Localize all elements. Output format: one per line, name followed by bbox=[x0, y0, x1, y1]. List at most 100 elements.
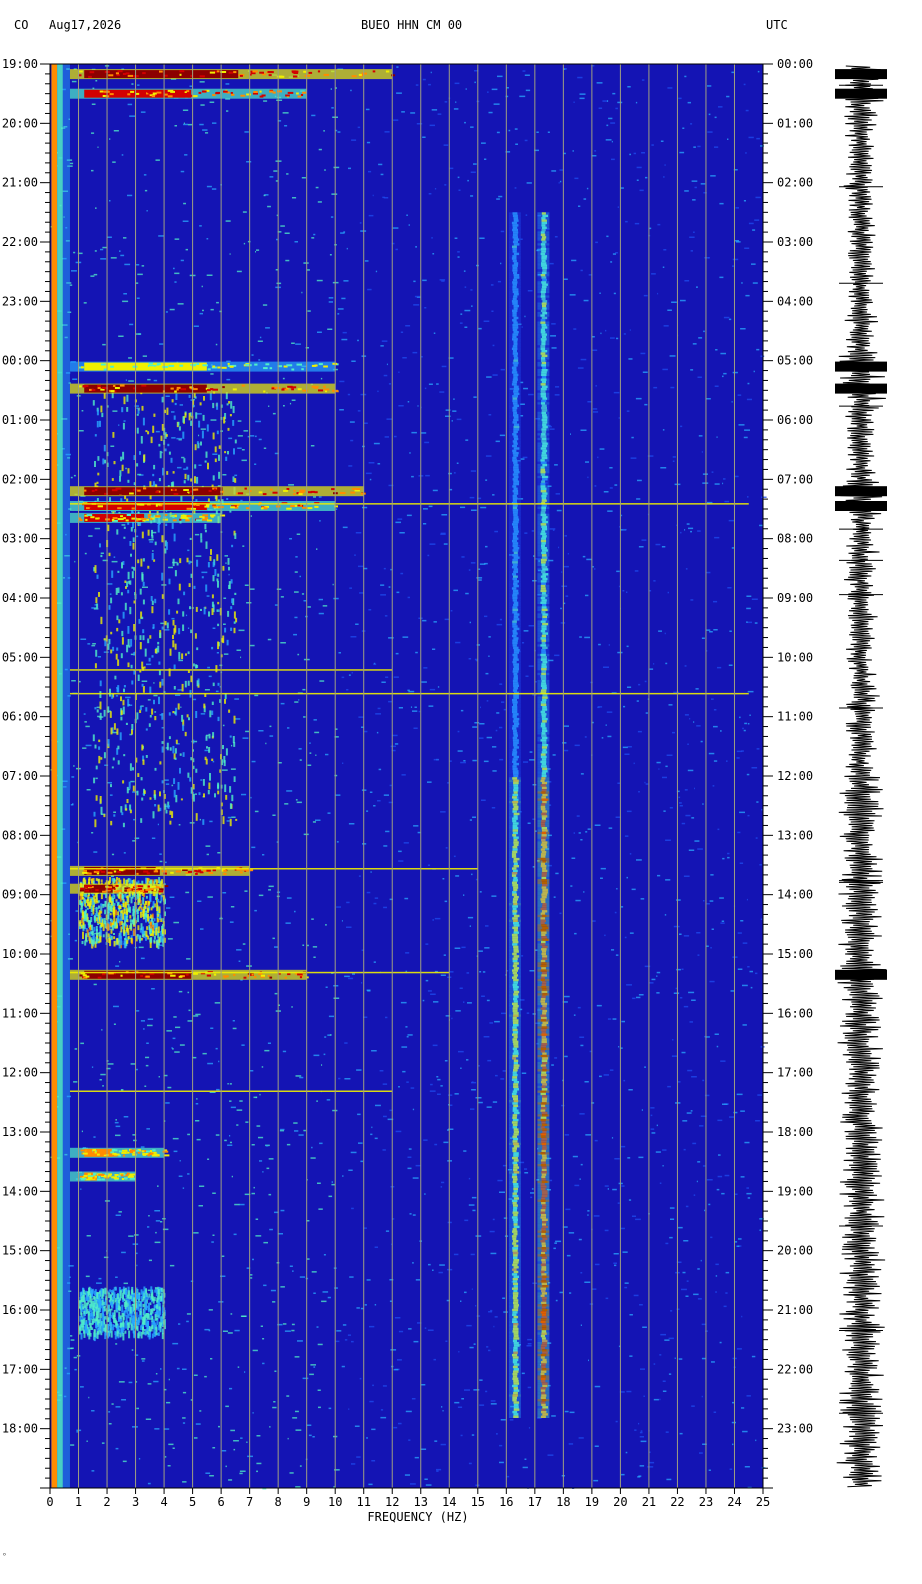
left-time-label: 20:00 bbox=[2, 116, 38, 130]
broadband-event bbox=[69, 512, 226, 523]
right-time-label: 19:00 bbox=[777, 1184, 813, 1198]
x-tick-label: 9 bbox=[303, 1495, 310, 1509]
broadband-event bbox=[69, 383, 339, 394]
x-tick-label: 5 bbox=[189, 1495, 196, 1509]
left-time-label: 02:00 bbox=[2, 472, 38, 486]
broadband-event bbox=[69, 969, 309, 980]
broadband-event bbox=[69, 883, 169, 894]
left-time-label: 12:00 bbox=[2, 1066, 38, 1080]
left-time-label: 15:00 bbox=[2, 1244, 38, 1258]
tonal-line bbox=[508, 212, 521, 1418]
x-tick-label: 22 bbox=[670, 1495, 684, 1509]
low-freq-edge-glow bbox=[57, 64, 63, 1488]
left-time-label: 17:00 bbox=[2, 1362, 38, 1376]
x-tick-label: 19 bbox=[585, 1495, 599, 1509]
left-time-label: 11:00 bbox=[2, 1006, 38, 1020]
x-tick-label: 21 bbox=[642, 1495, 656, 1509]
broadband-event bbox=[69, 1171, 136, 1182]
right-time-label: 14:00 bbox=[777, 888, 813, 902]
utc-time-axis: 00:00 01:00 02:00 03:00 04:00 05:00 06:00 07:00… bbox=[763, 57, 813, 1489]
x-tick-label: 18 bbox=[556, 1495, 570, 1509]
broadband-event bbox=[69, 865, 254, 876]
x-tick-label: 7 bbox=[246, 1495, 253, 1509]
right-time-label: 01:00 bbox=[777, 116, 813, 130]
right-time-label: 05:00 bbox=[777, 354, 813, 368]
frequency-axis: 0 1 2 3 4 5 6 7 8 9 10 11 12 13 14 15 16 17 18 19 20 21 22 23 24… bbox=[46, 1487, 770, 1509]
x-tick-label: 3 bbox=[132, 1495, 139, 1509]
x-tick-label: 10 bbox=[328, 1495, 342, 1509]
thin-spectral-line bbox=[69, 868, 478, 870]
seismogram-burst bbox=[835, 88, 887, 99]
left-time-label: 22:00 bbox=[2, 235, 38, 249]
left-time-label: 04:00 bbox=[2, 591, 38, 605]
right-time-label: 00:00 bbox=[777, 57, 813, 71]
x-tick-label: 24 bbox=[727, 1495, 741, 1509]
x-tick-label: 13 bbox=[414, 1495, 428, 1509]
x-tick-label: 4 bbox=[160, 1495, 167, 1509]
seismogram-burst bbox=[835, 969, 887, 980]
x-tick-label: 12 bbox=[385, 1495, 399, 1509]
x-tick-label: 14 bbox=[442, 1495, 456, 1509]
low-freq-edge-band bbox=[51, 64, 58, 1488]
broadband-event bbox=[69, 486, 366, 497]
x-tick-label: 17 bbox=[528, 1495, 542, 1509]
x-tick-label: 8 bbox=[275, 1495, 282, 1509]
right-time-label: 06:00 bbox=[777, 413, 813, 427]
right-time-label: 09:00 bbox=[777, 591, 813, 605]
x-tick-label: 15 bbox=[471, 1495, 485, 1509]
left-time-label: 16:00 bbox=[2, 1303, 38, 1317]
left-time-label: 07:00 bbox=[2, 769, 38, 783]
right-time-label: 13:00 bbox=[777, 828, 813, 842]
seismogram-burst bbox=[835, 501, 887, 511]
local-time-axis: 19:00 20:00 21:00 22:00 23:00 00:00 01:00 02:00… bbox=[2, 57, 50, 1489]
left-time-label: 23:00 bbox=[2, 294, 38, 308]
right-time-label: 20:00 bbox=[777, 1244, 813, 1258]
left-time-label: 01:00 bbox=[2, 413, 38, 427]
left-time-label: 08:00 bbox=[2, 828, 38, 842]
right-time-label: 07:00 bbox=[777, 472, 813, 486]
thin-spectral-line bbox=[69, 692, 749, 695]
x-axis-label: FREQUENCY (HZ) bbox=[367, 1510, 468, 1524]
spectrogram-heatmap bbox=[50, 64, 767, 1490]
broadband-event bbox=[69, 88, 307, 99]
right-time-label: 15:00 bbox=[777, 947, 813, 961]
x-tick-label: 0 bbox=[46, 1495, 53, 1509]
low-freq-edge-fade bbox=[62, 64, 70, 1488]
tonal-line bbox=[537, 212, 550, 1418]
left-time-label: 21:00 bbox=[2, 176, 38, 190]
seismogram-burst bbox=[835, 486, 887, 497]
heatmap-background bbox=[50, 64, 763, 1488]
seismogram-wiggle bbox=[836, 65, 887, 1488]
right-time-label: 08:00 bbox=[777, 532, 813, 546]
seismogram-trace bbox=[835, 65, 887, 1488]
x-tick-label: 11 bbox=[356, 1495, 370, 1509]
x-tick-label: 23 bbox=[699, 1495, 713, 1509]
left-time-label: 00:00 bbox=[2, 354, 38, 368]
left-time-label: 13:00 bbox=[2, 1125, 38, 1139]
x-tick-label: 25 bbox=[756, 1495, 770, 1509]
right-time-label: 10:00 bbox=[777, 650, 813, 664]
broadband-event bbox=[69, 501, 338, 511]
right-time-label: 16:00 bbox=[777, 1006, 813, 1020]
broadband-event bbox=[69, 1147, 170, 1158]
right-time-label: 04:00 bbox=[777, 294, 813, 308]
thin-spectral-line bbox=[69, 669, 393, 671]
x-tick-label: 2 bbox=[103, 1495, 110, 1509]
spectrogram-figure: 0 1 2 3 4 5 6 7 8 9 10 11 12 13 14 15 16 17 18 19 20 21 22 23 24… bbox=[2, 57, 887, 1524]
right-time-label: 02:00 bbox=[777, 176, 813, 190]
thin-spectral-line bbox=[69, 1090, 393, 1092]
right-time-label: 23:00 bbox=[777, 1422, 813, 1436]
right-time-label: 03:00 bbox=[777, 235, 813, 249]
seismogram-burst bbox=[835, 361, 887, 372]
right-time-label: 17:00 bbox=[777, 1066, 813, 1080]
right-time-label: 12:00 bbox=[777, 769, 813, 783]
thin-spectral-line bbox=[69, 503, 749, 505]
right-time-label: 11:00 bbox=[777, 710, 813, 724]
left-time-label: 19:00 bbox=[2, 57, 38, 71]
right-time-label: 22:00 bbox=[777, 1362, 813, 1376]
broadband-event bbox=[69, 361, 339, 372]
seismogram-burst bbox=[835, 383, 887, 394]
left-time-label: 10:00 bbox=[2, 947, 38, 961]
left-time-label: 06:00 bbox=[2, 710, 38, 724]
x-tick-label: 6 bbox=[218, 1495, 225, 1509]
